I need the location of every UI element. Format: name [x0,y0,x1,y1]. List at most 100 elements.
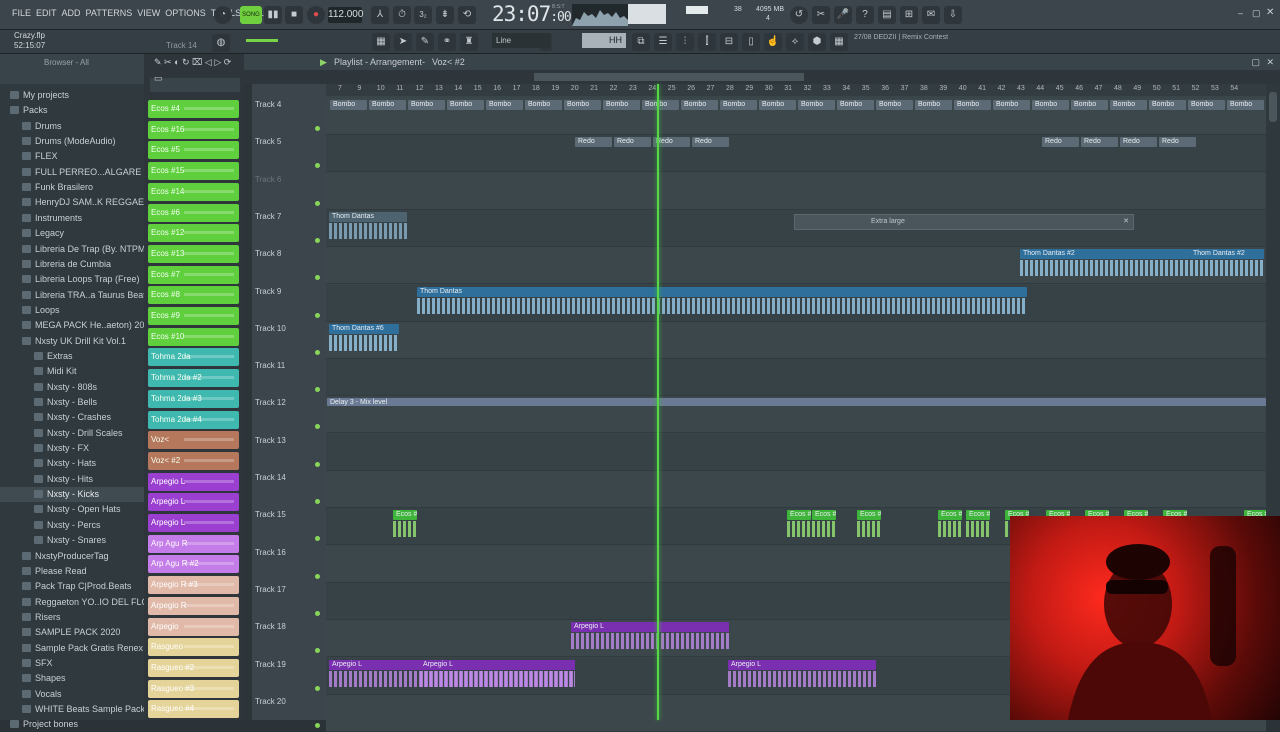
playlist-pattern[interactable]: Voz< #2 [432,54,465,70]
playlist-clip[interactable]: Bombo [1071,100,1108,110]
window-close-icon[interactable]: ✕ [1123,215,1129,229]
track-mute-dot[interactable] [315,126,320,131]
browser-item[interactable]: Pack Trap C|Prod.Beats [0,579,144,594]
menu-edit[interactable]: EDIT [36,8,57,18]
browser-item[interactable]: Libreria TRA..a Taurus Beatz [0,288,144,303]
playhead-marker[interactable] [657,84,659,720]
track-name[interactable]: Track 18 [255,622,286,631]
track-mute-dot[interactable] [315,722,320,728]
microphone-icon[interactable]: 🎤 [834,6,852,24]
playlist-clip[interactable]: Bombo [369,100,406,110]
playlist-clip[interactable]: Thom Dantas #2 [1190,249,1264,260]
browser-item[interactable]: Shapes [0,671,144,686]
playlist-clip[interactable]: Ecos #6 [393,510,417,521]
playlist-clip[interactable]: Bombo [681,100,718,110]
channel-button[interactable]: Voz< [148,431,239,450]
track-name[interactable]: Track 14 [255,473,286,482]
channel-button[interactable]: Arpegio L [148,472,239,491]
browser-item[interactable]: Nxsty - Snares [0,533,144,548]
mixer-view-icon[interactable]: ⫶ [676,33,694,51]
track-name[interactable]: Track 5 [255,137,281,146]
plugin-icon[interactable]: ⊞ [900,6,918,24]
browser-item[interactable]: Nxsty - Hits [0,472,144,487]
record-button[interactable]: ● [307,6,325,24]
playlist-maximize-icon[interactable]: ▢ [1251,54,1260,70]
playlist-clip[interactable]: Bombo [486,100,523,110]
pattern-key-field[interactable]: HH [582,33,626,48]
channel-button[interactable]: Rasgueo #4 [148,700,239,719]
playlist-clip[interactable]: Bombo [876,100,913,110]
channel-button[interactable]: Tohma 2da #2 [148,369,239,388]
playlist-clip[interactable]: Bombo [1032,100,1069,110]
channel-button[interactable]: Ecos #15 [148,162,239,181]
track-mute-dot[interactable] [315,461,320,467]
mixer-icon[interactable]: ♜ [460,33,478,51]
browser-item[interactable]: WHITE Beats Sample Pack [0,702,144,717]
browser-item[interactable]: Libreria de Cumbia [0,257,144,272]
browser-item[interactable]: FLEX [0,149,144,164]
channel-button[interactable]: Rasgueo #2 [148,658,239,677]
track-name[interactable]: Track 19 [255,660,286,669]
channel-button[interactable]: Ecos #9 [148,307,239,325]
news-ticker[interactable]: 27/08 DEDZII | Remix Contest [854,34,948,41]
undo-icon[interactable]: ↺ [790,6,808,24]
channel-button[interactable]: Ecos #4 [148,100,239,118]
playlist-tools[interactable]: ✎ ✂ ◐ ↻ ⌧ ◁ ▷ ⟳ ▭ [154,54,234,86]
browser-item[interactable]: Vocals [0,687,144,702]
channel-rack-icon[interactable]: ☰ [654,33,672,51]
browser-item[interactable]: Drums (ModeAudio) [0,134,144,149]
browser-item[interactable]: Midi Kit [0,364,144,379]
browser-item[interactable]: Risers [0,610,144,625]
equalizer-icon[interactable]: ⫿ [698,33,716,51]
channel-button[interactable]: Tohma 2da [148,348,239,367]
snap-select[interactable]: Line [492,33,550,48]
track-name[interactable]: Track 8 [255,249,281,258]
playlist-clip[interactable]: Ecos #6 [812,510,836,521]
playlist-clip[interactable]: Bombo [603,100,640,110]
playlist-clip[interactable]: Arpegio L [728,659,876,670]
channel-button[interactable]: Ecos #5 [148,141,239,160]
track-name[interactable]: Track 20 [255,697,286,706]
browser-item[interactable]: Funk Brasilero [0,180,144,195]
pencil-icon[interactable]: ✎ [416,33,434,51]
track-name[interactable]: Track 9 [255,287,281,296]
step-edit-icon[interactable]: ⇟ [436,6,454,24]
browser-item[interactable]: Libreria De Trap (By. NTPM) [0,242,144,257]
browser-item[interactable]: Loops [0,303,144,318]
cut-tool-icon[interactable]: ✂ [812,6,830,24]
playlist-clip[interactable]: Thom Dantas #2 [1020,249,1190,260]
playlist-clip[interactable]: Bombo [1227,100,1264,110]
song-mode-toggle[interactable]: SONG [240,6,262,24]
menu-options[interactable]: OPTIONS [165,8,206,18]
playlist-clip[interactable]: Thom Dantas [417,286,1027,297]
menu-patterns[interactable]: PATTERNS [86,8,133,18]
playlist-clip[interactable]: Bombo [564,100,601,110]
loop-record-icon[interactable]: ⟲ [458,6,476,24]
channel-button[interactable]: Tohma 2da #3 [148,389,239,408]
channel-button[interactable]: Ecos #16 [148,120,239,139]
track-mute-dot[interactable] [315,237,320,243]
piano-roll-icon[interactable]: ▦ [372,33,390,51]
minimize-icon[interactable]: – [1238,8,1243,18]
track-lane[interactable] [326,433,1266,471]
playlist-clip[interactable]: Redo [1120,137,1157,148]
browser-item[interactable]: MEGA PACK He..aeton) 2021 [0,318,144,333]
browser-item[interactable]: SAMPLE PACK 2020 [0,625,144,640]
playlist-clip[interactable]: Bombo [525,100,562,110]
news-icon[interactable]: ▦ [830,33,848,51]
playlist-clip[interactable]: Bombo [1149,100,1186,110]
track-mute-dot[interactable] [315,610,320,616]
playlist-clip[interactable]: Ecos #6 [857,510,881,521]
browser-item[interactable]: Nxsty - 808s [0,380,144,395]
channel-button[interactable]: Ecos #8 [148,286,239,305]
scroll-thumb[interactable] [1269,92,1277,122]
playlist-icon[interactable]: ⧉ [632,33,650,51]
browser-item[interactable]: Reggaeton YO..IO DEL FLOW [0,595,144,610]
playlist-clip[interactable]: Bombo [447,100,484,110]
track-mute-dot[interactable] [315,685,320,691]
playlist-clip[interactable]: Bombo [954,100,991,110]
play-button[interactable]: ▮▮ [264,6,282,24]
playlist-clip[interactable]: Redo [1081,137,1118,148]
channel-button[interactable]: Voz< #2 [148,451,239,470]
browser-item[interactable]: Nxsty - Kicks [0,487,144,503]
